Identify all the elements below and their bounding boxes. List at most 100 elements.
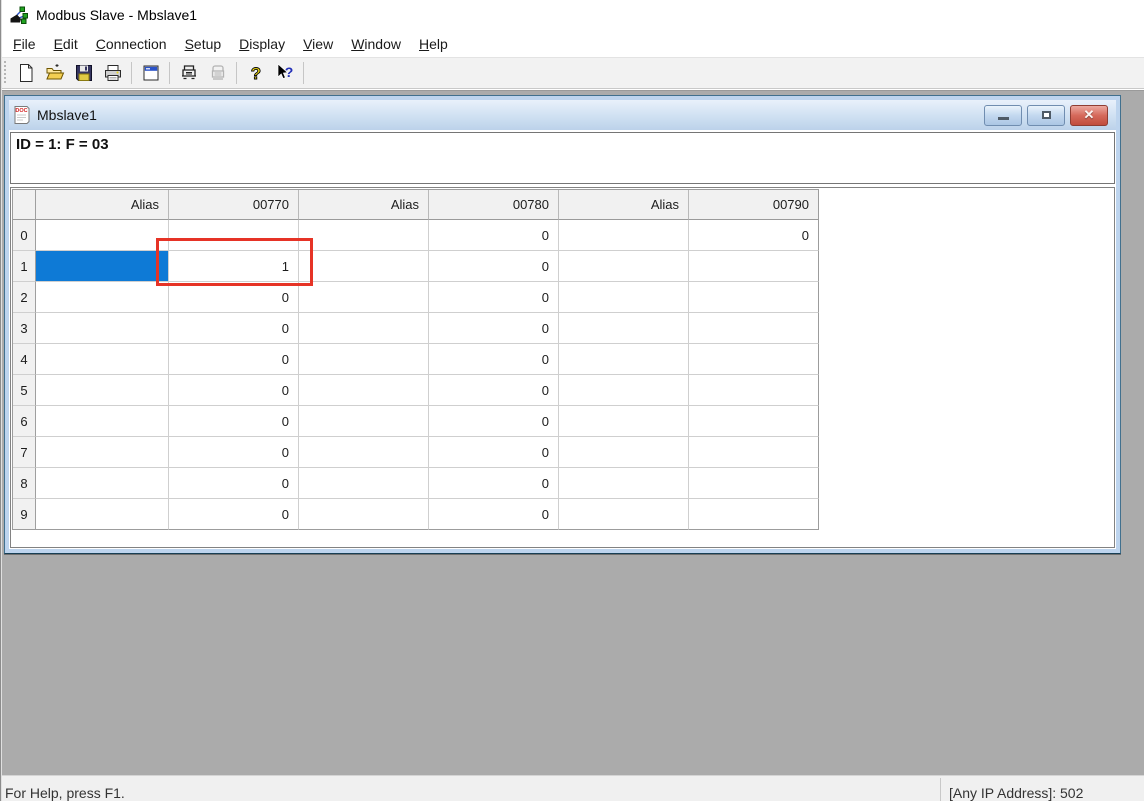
grid-cell[interactable]: 1 xyxy=(169,251,299,282)
grid-cell[interactable] xyxy=(559,375,689,406)
grid-cell[interactable] xyxy=(36,437,169,468)
grid-cell[interactable] xyxy=(559,499,689,530)
grid-cell[interactable] xyxy=(689,437,819,468)
grid-cell[interactable]: 0 xyxy=(169,375,299,406)
grid-cell[interactable] xyxy=(559,313,689,344)
context-help-button[interactable]: ? xyxy=(271,61,298,86)
grid-cell[interactable] xyxy=(299,468,429,499)
grid-cell[interactable]: 0 xyxy=(689,220,819,251)
grid-cell[interactable]: 0 xyxy=(429,406,559,437)
grid-row-header[interactable]: 9 xyxy=(13,499,36,530)
menu-setup[interactable]: Setup xyxy=(176,32,231,56)
save-file-button[interactable] xyxy=(70,61,97,86)
grid-cell[interactable] xyxy=(36,375,169,406)
display-setup-button[interactable] xyxy=(137,61,164,86)
grid-cell[interactable] xyxy=(559,282,689,313)
grid-cell[interactable]: 0 xyxy=(429,375,559,406)
grid-cell[interactable] xyxy=(689,313,819,344)
new-file-button[interactable] xyxy=(12,61,39,86)
grid-cell[interactable] xyxy=(689,468,819,499)
restore-button[interactable] xyxy=(1027,105,1065,126)
grid-cell[interactable]: 0 xyxy=(429,251,559,282)
grid-cell[interactable]: 0 xyxy=(169,468,299,499)
menu-display[interactable]: Display xyxy=(230,32,294,56)
open-file-button[interactable] xyxy=(41,61,68,86)
grid-cell[interactable] xyxy=(299,375,429,406)
menu-view[interactable]: View xyxy=(294,32,342,56)
grid-cell[interactable] xyxy=(36,499,169,530)
close-button[interactable]: ✕ xyxy=(1070,105,1108,126)
grid-cell[interactable] xyxy=(36,344,169,375)
grid-cell[interactable] xyxy=(36,282,169,313)
grid-cell[interactable]: 0 xyxy=(169,499,299,530)
grid-cell[interactable]: 0 xyxy=(169,282,299,313)
grid-column-header[interactable]: Alias xyxy=(299,190,429,220)
grid-cell[interactable]: 0 xyxy=(169,313,299,344)
main-titlebar[interactable]: Modbus Slave - Mbslave1 xyxy=(0,0,1144,30)
grid-corner-header[interactable] xyxy=(13,190,36,220)
grid-cell[interactable] xyxy=(689,406,819,437)
register-grid-container[interactable]: Alias00770Alias00780Alias007900001102003… xyxy=(10,187,1115,548)
menu-window[interactable]: Window xyxy=(342,32,410,56)
grid-cell[interactable] xyxy=(36,251,169,282)
grid-cell[interactable] xyxy=(559,406,689,437)
grid-cell[interactable]: 0 xyxy=(429,468,559,499)
grid-row-header[interactable]: 0 xyxy=(13,220,36,251)
grid-cell[interactable] xyxy=(36,406,169,437)
print-button[interactable] xyxy=(99,61,126,86)
grid-cell[interactable] xyxy=(169,220,299,251)
grid-cell[interactable] xyxy=(559,251,689,282)
grid-row-header[interactable]: 6 xyxy=(13,406,36,437)
grid-cell[interactable] xyxy=(689,499,819,530)
grid-cell[interactable]: 0 xyxy=(429,313,559,344)
grid-row-header[interactable]: 3 xyxy=(13,313,36,344)
grid-cell[interactable] xyxy=(299,282,429,313)
grid-cell[interactable] xyxy=(299,251,429,282)
grid-cell[interactable] xyxy=(559,220,689,251)
menu-edit[interactable]: Edit xyxy=(45,32,87,56)
menu-file[interactable]: File xyxy=(4,32,45,56)
grid-cell[interactable]: 0 xyxy=(429,499,559,530)
grid-cell[interactable] xyxy=(559,344,689,375)
grid-column-header[interactable]: 00790 xyxy=(689,190,819,220)
grid-row-header[interactable]: 1 xyxy=(13,251,36,282)
grid-cell[interactable] xyxy=(299,313,429,344)
grid-cell[interactable] xyxy=(299,220,429,251)
grid-cell[interactable] xyxy=(689,375,819,406)
menu-connection[interactable]: Connection xyxy=(87,32,176,56)
grid-cell[interactable]: 0 xyxy=(429,437,559,468)
grid-cell[interactable] xyxy=(299,437,429,468)
grid-row-header[interactable]: 5 xyxy=(13,375,36,406)
slave-device-alt-button[interactable] xyxy=(204,61,231,86)
grid-row-header[interactable]: 7 xyxy=(13,437,36,468)
grid-cell[interactable] xyxy=(299,406,429,437)
grid-cell[interactable]: 0 xyxy=(429,282,559,313)
grid-cell[interactable]: 0 xyxy=(169,406,299,437)
grid-cell[interactable] xyxy=(689,251,819,282)
grid-cell[interactable] xyxy=(36,468,169,499)
grid-cell[interactable] xyxy=(299,344,429,375)
grid-cell[interactable] xyxy=(36,220,169,251)
help-button[interactable]: ? xyxy=(242,61,269,86)
grid-cell[interactable] xyxy=(689,282,819,313)
toolbar-gripper[interactable] xyxy=(3,61,7,85)
child-titlebar[interactable]: DOC Mbslave1 ✕ xyxy=(9,100,1116,130)
grid-column-header[interactable]: 00770 xyxy=(169,190,299,220)
grid-cell[interactable] xyxy=(689,344,819,375)
menu-help[interactable]: Help xyxy=(410,32,457,56)
grid-cell[interactable]: 0 xyxy=(169,344,299,375)
grid-cell[interactable]: 0 xyxy=(169,437,299,468)
grid-cell[interactable] xyxy=(559,468,689,499)
grid-column-header[interactable]: Alias xyxy=(36,190,169,220)
grid-column-header[interactable]: Alias xyxy=(559,190,689,220)
grid-row-header[interactable]: 2 xyxy=(13,282,36,313)
minimize-button[interactable] xyxy=(984,105,1022,126)
grid-row-header[interactable]: 4 xyxy=(13,344,36,375)
grid-row-header[interactable]: 8 xyxy=(13,468,36,499)
grid-cell[interactable] xyxy=(559,437,689,468)
grid-cell[interactable] xyxy=(36,313,169,344)
grid-column-header[interactable]: 00780 xyxy=(429,190,559,220)
grid-cell[interactable] xyxy=(299,499,429,530)
slave-definition-button[interactable] xyxy=(175,61,202,86)
grid-cell[interactable]: 0 xyxy=(429,344,559,375)
